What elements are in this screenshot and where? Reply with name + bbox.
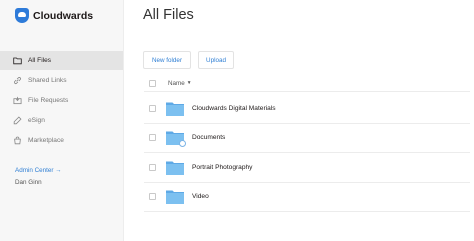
link-icon: [13, 76, 22, 85]
table-row[interactable]: Documents: [144, 124, 470, 153]
new-folder-button[interactable]: New folder: [143, 51, 191, 69]
folder-icon: [166, 189, 184, 205]
brand-logo[interactable]: Cloudwards: [15, 8, 93, 23]
sidebar: Cloudwards All Files Shared Links File R…: [0, 0, 124, 241]
main-content: All Files New folder Upload Name ▼ Cloud…: [124, 0, 474, 241]
cloud-logo-icon: [15, 8, 29, 23]
esign-icon: [13, 116, 22, 125]
sidebar-item-esign[interactable]: eSign: [0, 111, 123, 130]
shared-folder-icon: [166, 130, 186, 148]
caret-down-icon[interactable]: ▼: [187, 81, 192, 86]
row-checkbox[interactable]: [149, 163, 156, 171]
file-name[interactable]: Documents: [192, 134, 225, 141]
file-list-header: Name ▼: [144, 76, 470, 92]
folder-icon: [166, 101, 184, 116]
sidebar-item-label: Marketplace: [28, 137, 64, 144]
sidebar-item-all-files[interactable]: All Files: [0, 51, 123, 70]
file-request-icon: [13, 96, 22, 105]
user-name: Dan Ginn: [15, 179, 42, 186]
table-row[interactable]: Video: [144, 183, 470, 212]
sidebar-item-label: File Requests: [28, 97, 69, 104]
file-name[interactable]: Video: [192, 193, 209, 200]
sidebar-item-label: All Files: [28, 57, 52, 64]
sidebar-item-label: Shared Links: [28, 77, 67, 84]
file-list: Cloudwards Digital Materials Documents P…: [144, 94, 470, 212]
table-row[interactable]: Cloudwards Digital Materials: [144, 94, 470, 124]
sidebar-item-file-requests[interactable]: File Requests: [0, 91, 123, 110]
file-name[interactable]: Cloudwards Digital Materials: [192, 105, 276, 112]
row-checkbox[interactable]: [149, 134, 156, 142]
row-checkbox[interactable]: [149, 193, 156, 201]
sidebar-nav: All Files Shared Links File Requests eSi…: [0, 51, 123, 151]
sidebar-item-label: eSign: [28, 117, 45, 124]
folder-icon: [166, 160, 184, 175]
brand-name: Cloudwards: [33, 9, 94, 22]
sidebar-item-marketplace[interactable]: Marketplace: [0, 131, 123, 150]
column-header-name[interactable]: Name: [168, 80, 185, 87]
admin-center-link[interactable]: Admin Center →: [15, 167, 62, 174]
select-all-checkbox[interactable]: [149, 80, 156, 87]
marketplace-icon: [13, 136, 22, 145]
shared-badge-icon: [179, 140, 186, 148]
sidebar-item-shared-links[interactable]: Shared Links: [0, 71, 123, 90]
upload-button[interactable]: Upload: [198, 51, 234, 69]
row-checkbox[interactable]: [149, 104, 156, 112]
folder-icon: [13, 56, 22, 65]
table-row[interactable]: Portrait Photography: [144, 153, 470, 183]
page-title: All Files: [143, 7, 194, 23]
file-name[interactable]: Portrait Photography: [192, 164, 252, 171]
